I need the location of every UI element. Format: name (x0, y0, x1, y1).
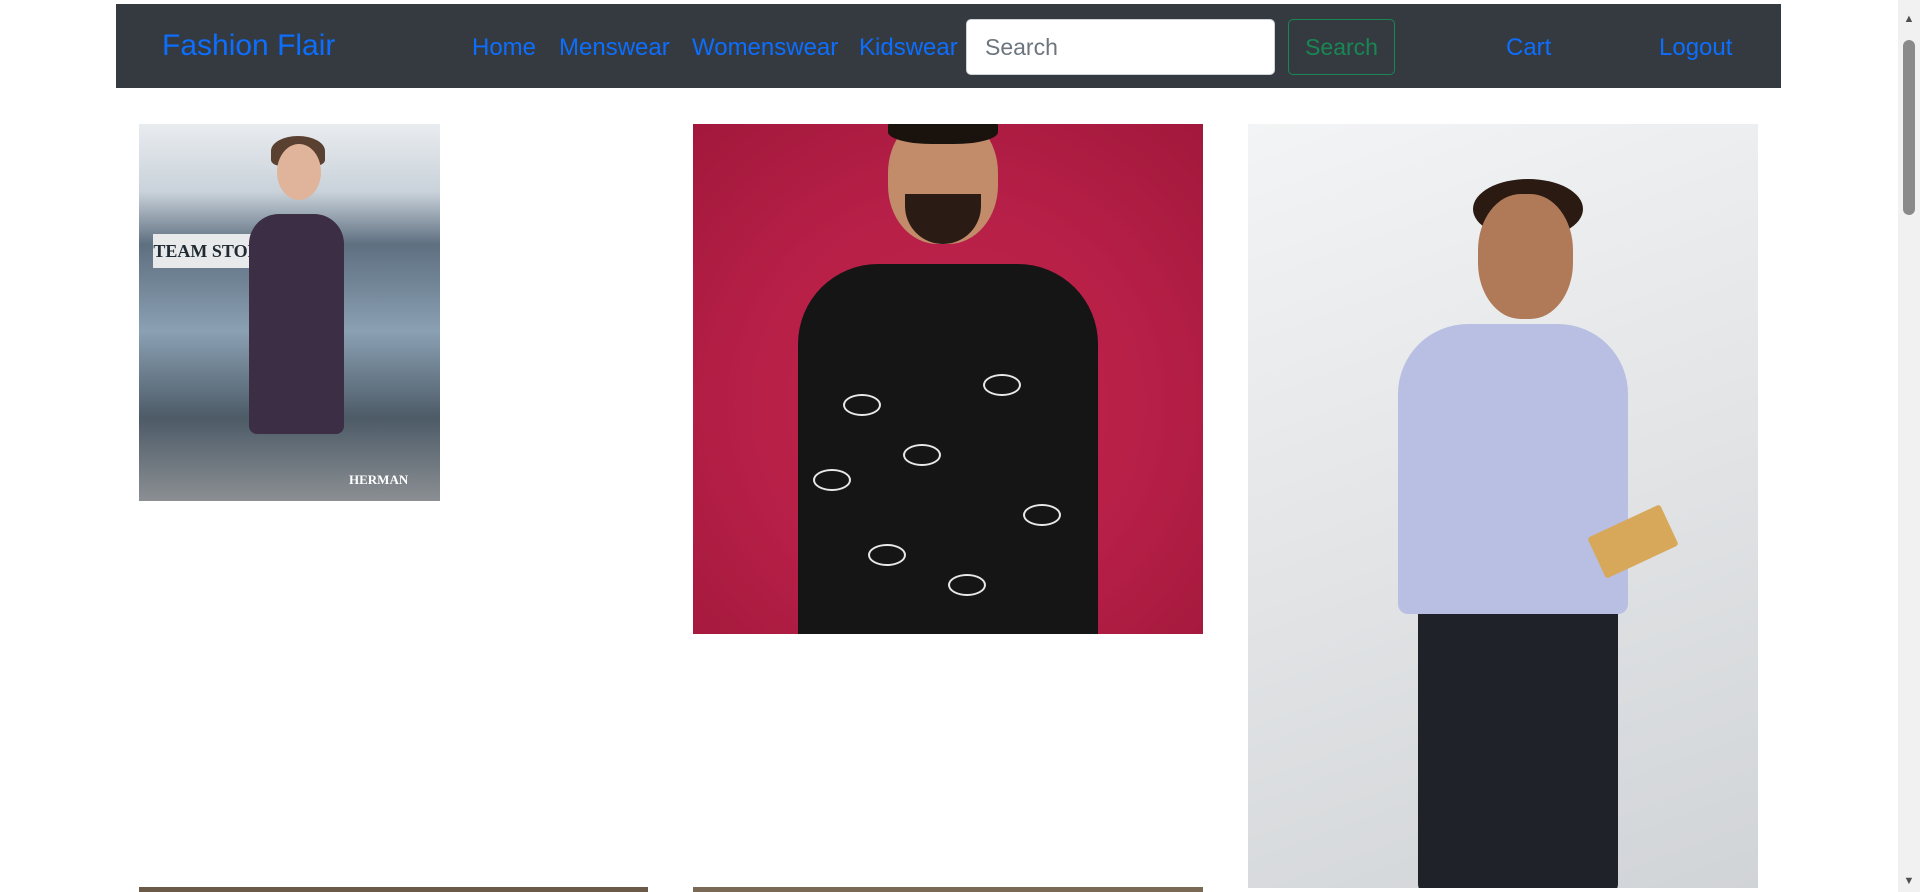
triangle-down-icon[interactable]: ▼ (1898, 870, 1920, 892)
nav-kidswear-link[interactable]: Kidswear (859, 36, 958, 60)
brand-link[interactable]: Fashion Flair (162, 31, 335, 61)
shirt-print (843, 394, 881, 416)
triangle-up-icon[interactable]: ▲ (1898, 8, 1920, 30)
page: Fashion Flair Home Menswear Womenswear K… (0, 0, 1920, 892)
product-image-printed-shirt[interactable] (693, 124, 1203, 634)
nav-menswear-link[interactable]: Menswear (559, 36, 670, 60)
nav-logout-link[interactable]: Logout (1659, 36, 1732, 60)
vertical-scrollbar[interactable]: ▲ ▼ (1898, 0, 1920, 892)
shirt-print (903, 444, 941, 466)
figure-hair (888, 124, 998, 144)
brand-watermark: HERMAN (349, 472, 409, 487)
nav-womenswear-link[interactable]: Womenswear (692, 36, 838, 60)
search-button[interactable]: Search (1288, 19, 1395, 75)
shirt-print (948, 574, 986, 596)
figure-shirt (1398, 324, 1628, 614)
shirt-print (983, 374, 1021, 396)
product-image-suit[interactable]: TEAM STORE HERMAN (139, 124, 440, 501)
figure-trousers (1418, 604, 1618, 888)
figure-suit (249, 214, 344, 434)
shirt-print (1023, 504, 1061, 526)
nav-home-link[interactable]: Home (472, 36, 536, 60)
top-navbar: Fashion Flair Home Menswear Womenswear K… (116, 4, 1781, 88)
scrollbar-thumb[interactable] (1903, 40, 1915, 215)
product-image-row2-1[interactable] (139, 887, 648, 892)
shirt-print (868, 544, 906, 566)
search-input[interactable] (966, 19, 1275, 75)
figure-shirt (798, 264, 1098, 634)
figure-head (1478, 194, 1573, 319)
figure-head (277, 144, 321, 200)
product-image-row2-2[interactable] (693, 887, 1203, 892)
product-image-formal-shirt[interactable] (1248, 124, 1758, 888)
nav-cart-link[interactable]: Cart (1506, 36, 1551, 60)
shirt-print (813, 469, 851, 491)
